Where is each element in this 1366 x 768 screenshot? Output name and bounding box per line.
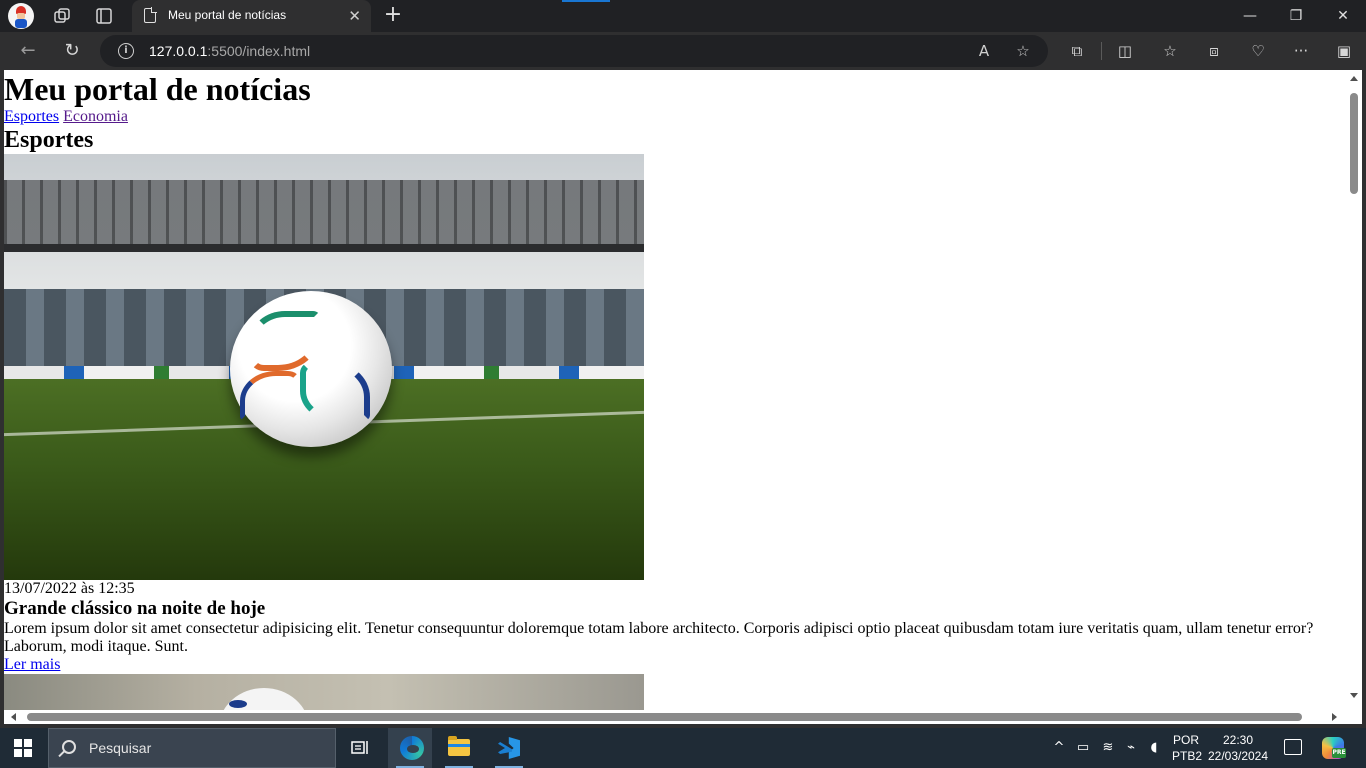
language-code: POR [1172,733,1199,747]
taskbar-search-box[interactable]: Pesquisar [48,728,336,768]
nav-link-economia[interactable]: Economia [63,108,128,125]
workspaces-icon[interactable] [52,6,72,26]
tab-title: Meu portal de notícias [168,8,287,22]
profile-avatar-icon[interactable] [8,3,34,29]
clock-date: 22/03/2024 [1207,749,1269,763]
url-host: 127.0.0.1 [149,43,208,59]
task-view-icon [351,741,368,754]
scroll-right-icon[interactable] [1332,713,1337,721]
address-url[interactable]: 127.0.0.1:5500/index.html [149,43,310,59]
chevron-up-icon[interactable]: ^ [1050,739,1068,757]
reload-icon[interactable]: ↻ [62,41,82,61]
minimize-button[interactable]: — [1240,6,1260,26]
tab-actions-icon[interactable] [94,6,114,26]
favorite-star-icon[interactable]: ☆ [1014,42,1032,60]
copilot-icon[interactable]: PRE [1322,737,1346,759]
windows-start-icon[interactable] [14,739,32,757]
taskbar-clock[interactable]: 22:30 22/03/2024 [1205,732,1271,764]
windows-taskbar: Pesquisar ^ ▭ ≋ ⌁ ◖ POR PTB2 22:30 22/03… [0,728,1366,768]
tab-active[interactable]: Meu portal de notícias ✕ [132,0,371,32]
vertical-scrollbar[interactable] [1346,70,1362,710]
notification-icon[interactable] [1284,739,1302,755]
copilot-preview-badge: PRE [1332,748,1346,758]
extensions-icon[interactable]: ⧉ [1067,41,1087,61]
soccer-ball [230,291,392,447]
folder-icon [448,736,470,756]
more-options-icon[interactable]: ··· [1291,41,1311,61]
keyboard-layout: PTB2 [1172,749,1203,763]
clock-time: 22:30 [1222,733,1254,747]
taskbar-vscode-button[interactable] [487,728,531,768]
edge-icon [400,736,424,760]
search-placeholder: Pesquisar [89,740,152,756]
scroll-left-icon[interactable] [11,713,16,721]
address-bar[interactable]: i 127.0.0.1:5500/index.html A ☆ [100,35,1048,67]
close-window-button[interactable]: ✕ [1333,6,1353,26]
page-viewport: Meu portal de notícias Esportes Economia… [4,70,1362,710]
browser-essentials-icon[interactable]: ♡ [1248,41,1268,61]
restore-button[interactable]: ❐ [1286,6,1306,26]
page-title: Meu portal de notícias [4,71,311,107]
browser-toolbar: ← ↻ i 127.0.0.1:5500/index.html A ☆ ⧉ ◫ … [0,32,1366,70]
language-indicator[interactable]: POR PTB2 [1172,732,1203,764]
nav-link-esportes[interactable]: Esportes [4,108,59,125]
article-image-2 [4,674,644,710]
task-view-button[interactable] [338,728,382,768]
search-icon [62,740,76,754]
page-file-icon [144,7,157,23]
scroll-down-icon[interactable] [1350,693,1358,698]
read-more-link[interactable]: Ler mais [4,656,60,674]
window-accent-line [562,0,610,2]
article-headline: Grande clássico na noite de hoje [4,598,266,619]
vscode-icon [498,737,520,759]
taskbar-file-explorer-button[interactable] [437,728,481,768]
horizontal-scrollbar[interactable] [4,710,1346,724]
meet-camera-icon[interactable]: ▭ [1074,739,1092,757]
url-path: :5500/index.html [207,43,311,59]
new-tab-button[interactable]: + [382,4,404,26]
collections-icon[interactable]: ⧈ [1204,41,1224,61]
tab-close-icon[interactable]: ✕ [348,7,361,25]
vertical-scroll-thumb[interactable] [1350,93,1358,194]
taskbar-edge-button[interactable] [388,728,432,768]
network-icon[interactable]: ⌁ [1122,739,1140,757]
toolbar-divider [1101,42,1102,60]
article-body: Lorem ipsum dolor sit amet consectetur a… [4,620,1314,655]
sidebar-toggle-icon[interactable]: ▣ [1334,41,1354,61]
site-info-icon[interactable]: i [118,43,134,59]
favorites-icon[interactable]: ☆ [1160,41,1180,61]
article-date: 13/07/2022 às 12:35 [4,580,135,597]
page-content: Meu portal de notícias Esportes Economia… [4,70,1346,710]
volume-icon[interactable]: ◖ [1145,739,1163,757]
main-nav: Esportes Economia [4,108,1346,126]
split-screen-icon[interactable]: ◫ [1115,41,1135,61]
horizontal-scroll-thumb[interactable] [27,713,1302,721]
read-aloud-icon[interactable]: A [975,42,993,60]
wifi-icon[interactable]: ≋ [1099,739,1117,757]
browser-title-bar: Meu portal de notícias ✕ + — ❐ ✕ [0,0,1366,32]
back-arrow-icon[interactable]: ← [18,41,38,61]
window-frame-right [1362,70,1366,724]
section-title: Esportes [4,127,94,153]
scrollbar-corner [1346,710,1362,724]
scroll-up-icon[interactable] [1350,76,1358,81]
article-image-football [4,154,644,580]
